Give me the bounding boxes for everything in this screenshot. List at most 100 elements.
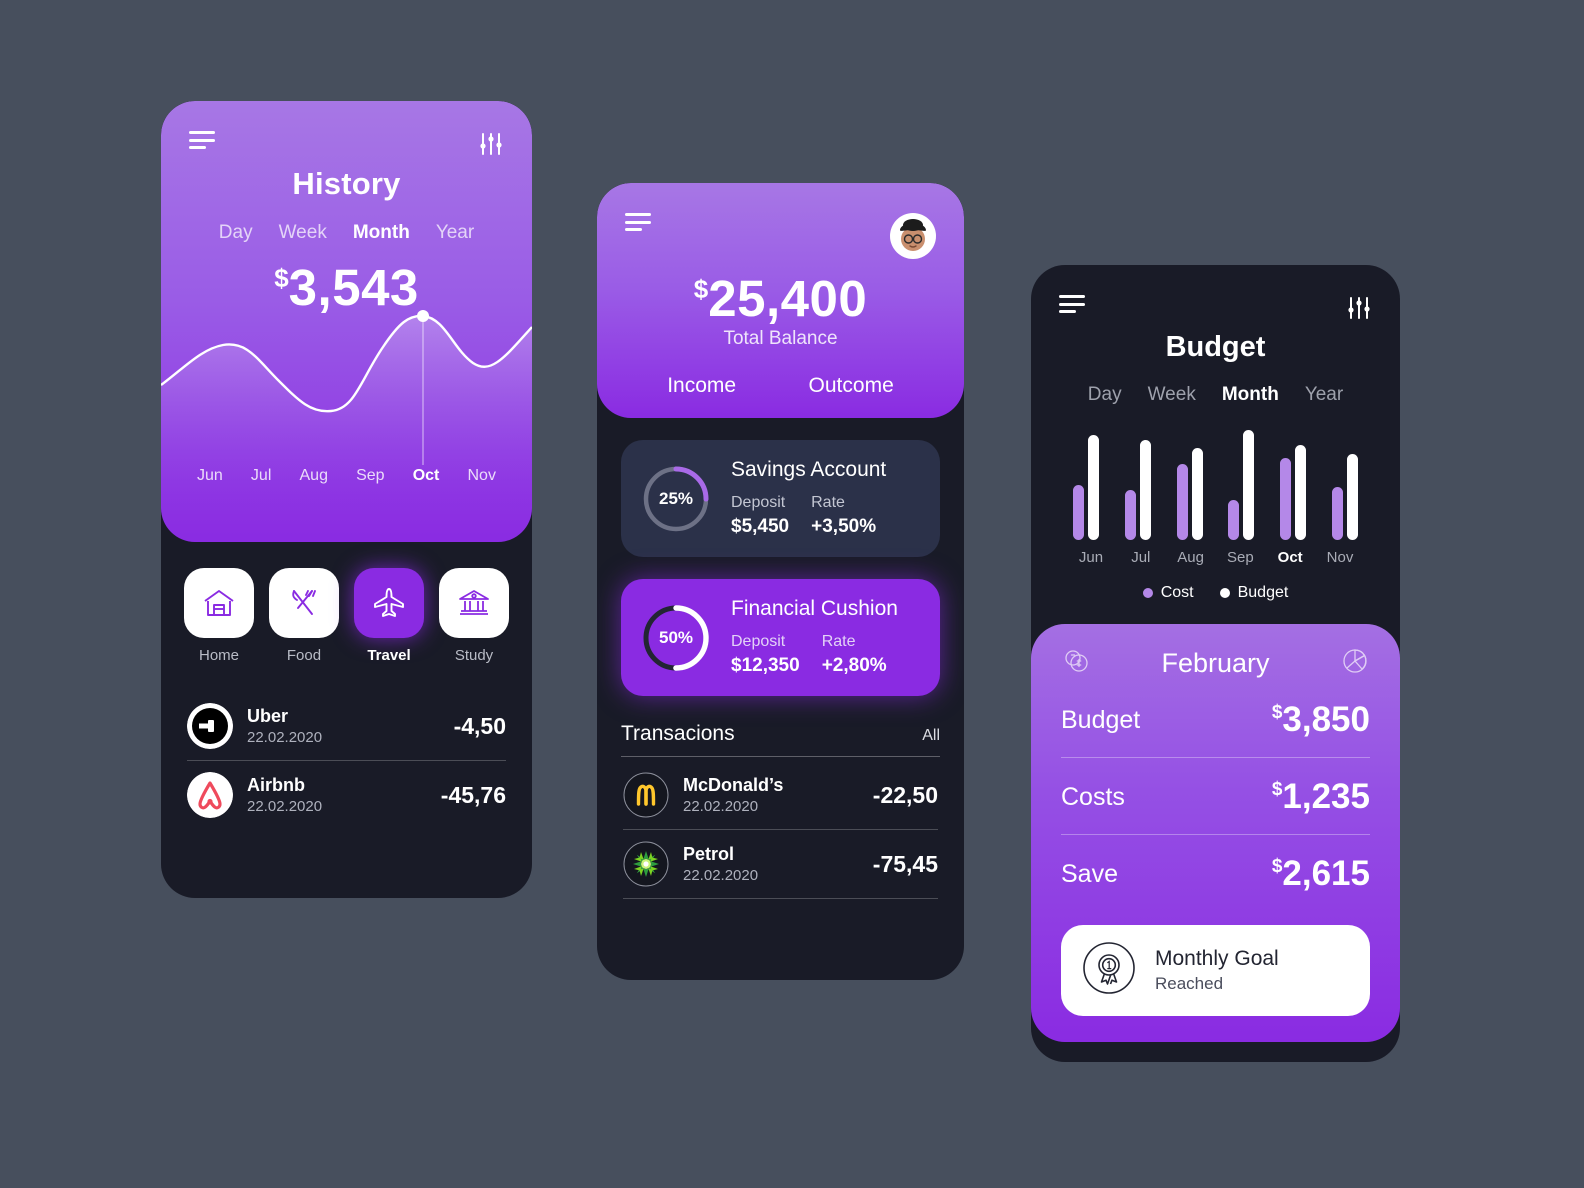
highlight-marker-dot	[417, 310, 429, 322]
budget-row: Costs $1,235	[1061, 757, 1370, 834]
category-tile[interactable]	[354, 568, 424, 638]
cushion-details: Financial Cushion Deposit $12,350 Rate +…	[731, 597, 898, 678]
tab-day[interactable]: Day	[1088, 384, 1122, 406]
bank-building-icon	[459, 590, 489, 615]
category-food[interactable]: Food	[269, 568, 339, 664]
bar-cost	[1073, 485, 1084, 540]
view-all-link[interactable]: All	[922, 727, 940, 745]
axis-label-sep: Sep	[356, 467, 385, 484]
tab-month[interactable]: Month	[1222, 384, 1279, 406]
currency-symbol: $	[274, 263, 289, 293]
transaction-date: 22.02.2020	[247, 728, 323, 746]
phone-wallet-screen: $25,400 Total Balance Income Outcome 25%…	[597, 183, 964, 980]
history-header: History Day Week Month Year $3,543 Jun J…	[161, 101, 532, 542]
category-study[interactable]: Study	[439, 568, 509, 664]
axis-label-jun: Jun	[1078, 549, 1104, 566]
legend-dot-icon	[1142, 588, 1153, 598]
coins-icon[interactable]	[1061, 646, 1091, 681]
transaction-amount: -4,50	[453, 712, 506, 739]
tab-year[interactable]: Year	[436, 222, 474, 244]
savings-details: Savings Account Deposit $5,450 Rate +3,5…	[731, 458, 886, 539]
bp-logo	[623, 841, 669, 887]
axis-label-sep: Sep	[1227, 549, 1254, 566]
category-tile[interactable]	[439, 568, 509, 638]
tab-week[interactable]: Week	[1148, 384, 1196, 406]
cushion-progress-ring: 50%	[641, 603, 711, 673]
card-month-title: February	[1161, 648, 1270, 678]
category-label: Travel	[367, 647, 411, 664]
mcdonalds-logo	[623, 772, 669, 818]
transaction-amount: -45,76	[440, 781, 506, 808]
category-label: Home	[198, 647, 239, 664]
table-row[interactable]: Airbnb 22.02.2020 -45,76	[187, 761, 506, 829]
legend-dot-icon	[1219, 588, 1230, 598]
row-value: $2,615	[1272, 854, 1370, 894]
category-home[interactable]: Home	[184, 568, 254, 664]
transaction-info: Uber 22.02.2020	[247, 705, 440, 747]
income-button[interactable]: Income	[667, 374, 736, 398]
transaction-info: Petrol 22.02.2020	[683, 843, 859, 885]
transaction-date: 22.02.2020	[683, 866, 759, 884]
medal-icon	[1081, 940, 1137, 1001]
value-number: 1,235	[1282, 777, 1370, 816]
currency-symbol: $	[1271, 702, 1283, 723]
savings-percent: 25%	[658, 488, 694, 508]
menu-icon[interactable]	[189, 131, 215, 149]
row-value: $3,850	[1272, 700, 1370, 740]
rate-label: Rate	[821, 633, 856, 651]
settings-sliders-icon[interactable]	[478, 131, 504, 157]
bar-budget	[1295, 445, 1307, 540]
deposit-stat: Deposit $5,450	[731, 492, 789, 539]
history-area-chart: Jun Jul Aug Sep Oct Nov	[161, 307, 532, 507]
deposit-value: $5,450	[731, 515, 790, 537]
bar-cost	[1228, 500, 1240, 540]
value-number: 2,615	[1282, 854, 1370, 893]
bar-budget	[1088, 435, 1099, 540]
table-row[interactable]: McDonald’s 22.02.2020 -22,50	[623, 761, 938, 829]
pie-chart-icon[interactable]	[1340, 646, 1370, 681]
outcome-button[interactable]: Outcome	[809, 374, 894, 398]
bp-sunburst	[633, 851, 659, 878]
wallet-topbar	[597, 183, 964, 259]
uber-logo-icon	[187, 703, 233, 749]
savings-account-card[interactable]: 25% Savings Account Deposit $5,450 Rate …	[621, 440, 940, 558]
rate-value: +3,50%	[811, 515, 877, 537]
currency-symbol: $	[1271, 779, 1283, 800]
goal-status: Reached	[1155, 973, 1224, 993]
tab-day[interactable]: Day	[219, 222, 253, 244]
row-label: Costs	[1061, 782, 1125, 811]
history-period-tabs: Day Week Month Year	[161, 222, 532, 244]
legend-label: Cost	[1160, 584, 1194, 601]
bar-group-oct	[1280, 445, 1307, 540]
account-name: Financial Cushion	[731, 597, 898, 621]
menu-icon[interactable]	[1059, 295, 1085, 313]
avatar[interactable]	[890, 213, 936, 259]
wallet-balance: $25,400	[597, 273, 964, 324]
settings-sliders-icon[interactable]	[1346, 295, 1372, 321]
page-title: Budget	[1165, 331, 1266, 363]
axis-label-jul: Jul	[250, 467, 272, 484]
category-tile[interactable]	[184, 568, 254, 638]
menu-icon[interactable]	[625, 213, 651, 231]
bp-logo-icon	[623, 841, 669, 887]
transactions-section-header: Transacions All	[621, 722, 940, 758]
axis-label-oct: Oct	[412, 467, 440, 484]
tab-month[interactable]: Month	[353, 222, 410, 244]
tab-year[interactable]: Year	[1305, 384, 1343, 406]
table-row[interactable]: Uber 22.02.2020 -4,50	[187, 692, 506, 760]
deposit-label: Deposit	[731, 633, 786, 651]
account-name: Savings Account	[731, 458, 887, 481]
goal-title: Monthly Goal	[1155, 947, 1279, 971]
user-avatar-icon	[892, 215, 934, 257]
financial-cushion-card[interactable]: 50% Financial Cushion Deposit $12,350 Ra…	[621, 579, 940, 697]
category-travel[interactable]: Travel	[354, 568, 424, 664]
tab-week[interactable]: Week	[279, 222, 327, 244]
cushion-percent: 50%	[658, 627, 694, 647]
monthly-goal-card[interactable]: Monthly Goal Reached	[1061, 925, 1370, 1016]
table-row[interactable]: Petrol 22.02.2020 -75,45	[623, 830, 938, 898]
bar-group-jun	[1073, 435, 1099, 540]
category-tile[interactable]	[269, 568, 339, 638]
savings-progress-ring: 25%	[641, 464, 711, 534]
category-label: Study	[454, 647, 494, 664]
row-label: Save	[1061, 859, 1118, 888]
